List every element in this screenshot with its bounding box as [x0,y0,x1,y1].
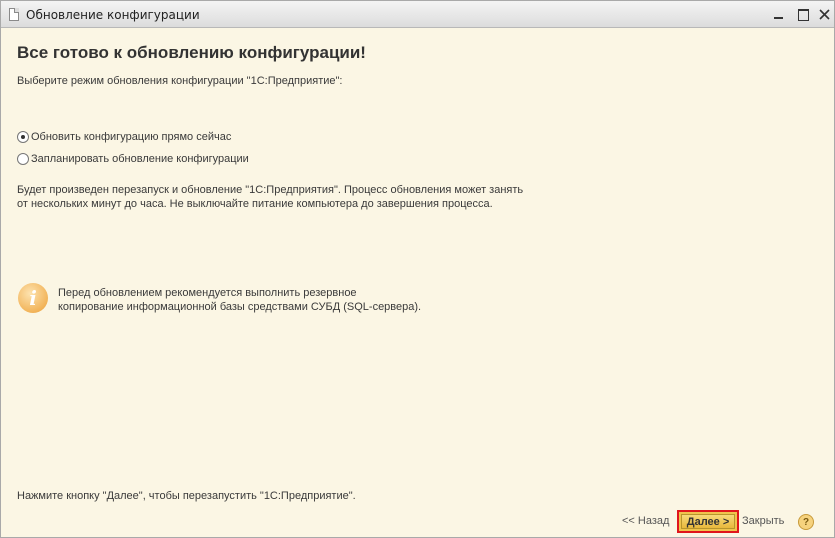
option-schedule-update-label[interactable]: Запланировать обновление конфигурации [31,153,249,165]
next-button-label[interactable]: Далее > [681,514,735,529]
backup-note-line-2: копирование информационной базы средства… [58,301,422,313]
description-line-2: от нескольких минут до часа. Не выключай… [17,198,493,210]
next-button[interactable]: Далее > [677,510,739,533]
option-schedule-update[interactable]: Запланировать обновление конфигурации [17,152,249,166]
title-bar: Обновление конфигурации [1,1,834,28]
document-icon [9,8,19,21]
option-update-now[interactable]: Обновить конфигурацию прямо сейчас [17,130,231,144]
info-icon: i [18,283,48,313]
back-button[interactable]: << Назад [622,515,669,527]
help-icon[interactable]: ? [798,514,814,530]
mode-prompt: Выберите режим обновления конфигурации "… [17,75,343,87]
close-button[interactable]: Закрыть [742,515,784,527]
window-title: Обновление конфигурации [26,8,200,22]
description-line-1: Будет произведен перезапуск и обновление… [17,184,524,196]
maximize-button[interactable] [795,7,811,22]
close-icon[interactable] [817,7,833,22]
update-config-window: Обновление конфигурации Все готово к обн… [0,0,835,538]
radio-schedule-update[interactable] [17,153,29,165]
option-update-now-label[interactable]: Обновить конфигурацию прямо сейчас [31,131,231,143]
page-title: Все готово к обновлению конфигурации! [17,43,366,62]
radio-update-now[interactable] [17,131,29,143]
backup-note-line-1: Перед обновлением рекомендуется выполнит… [58,287,357,299]
footer-hint: Нажмите кнопку "Далее", чтобы перезапуст… [17,490,356,502]
minimize-button[interactable] [771,7,787,22]
